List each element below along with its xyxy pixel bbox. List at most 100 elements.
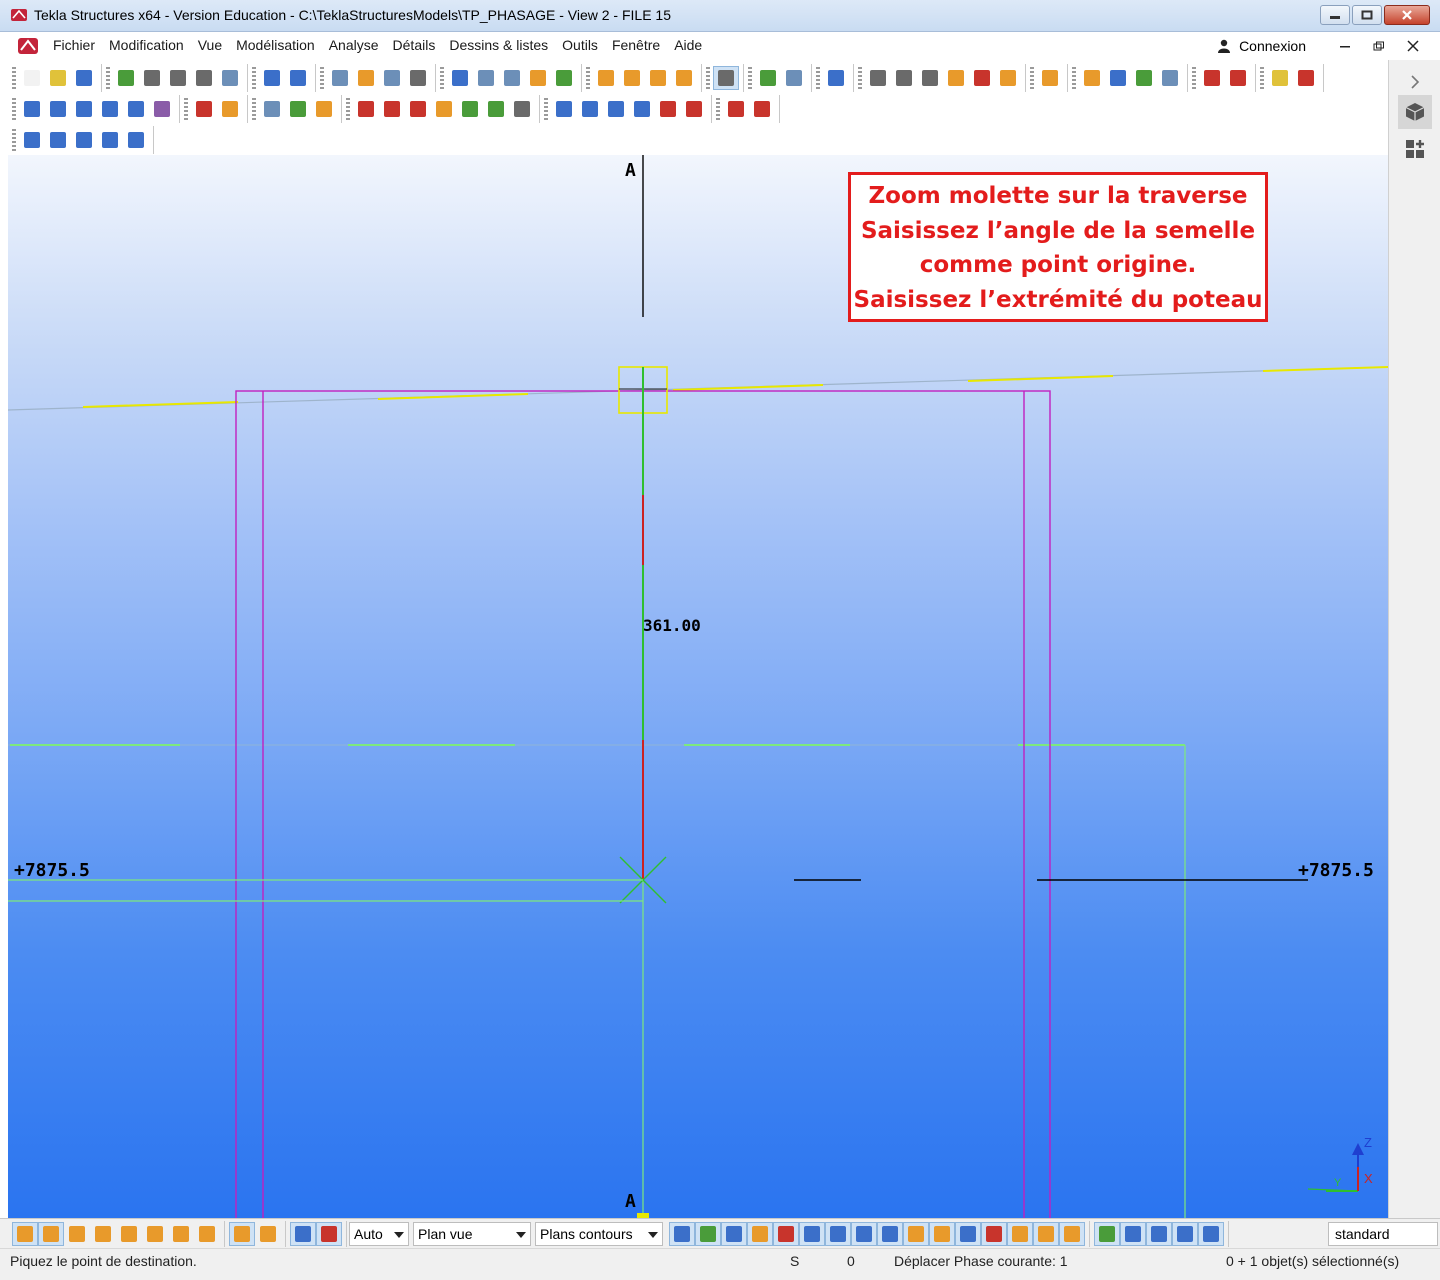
snap-button[interactable] bbox=[981, 1222, 1007, 1246]
toolbar-button[interactable] bbox=[71, 128, 97, 152]
toolbar-button[interactable] bbox=[1105, 66, 1131, 90]
snap-button[interactable] bbox=[1059, 1222, 1085, 1246]
toolbar-button[interactable] bbox=[525, 66, 551, 90]
login-button[interactable]: Connexion bbox=[1217, 38, 1306, 54]
toolbar-button[interactable] bbox=[1079, 66, 1105, 90]
toolbar-button[interactable] bbox=[447, 66, 473, 90]
toolbar-grip[interactable] bbox=[12, 98, 16, 120]
toolbar-button[interactable] bbox=[749, 97, 775, 121]
toolbar-grip[interactable] bbox=[1030, 67, 1034, 89]
toolbar-button[interactable] bbox=[457, 97, 483, 121]
snap-button[interactable] bbox=[229, 1222, 255, 1246]
toolbar-button[interactable] bbox=[379, 66, 405, 90]
toolbar-grip[interactable] bbox=[1260, 67, 1264, 89]
toolbar-button[interactable] bbox=[379, 97, 405, 121]
toolbar-button[interactable] bbox=[1225, 66, 1251, 90]
catalog-button[interactable] bbox=[1398, 95, 1432, 129]
snap-button[interactable] bbox=[1033, 1222, 1059, 1246]
toolbar-button[interactable] bbox=[865, 66, 891, 90]
toolbar-button[interactable] bbox=[509, 97, 535, 121]
menu-item[interactable]: Vue bbox=[191, 37, 229, 53]
snap-button[interactable] bbox=[903, 1222, 929, 1246]
toolbar-button[interactable] bbox=[327, 66, 353, 90]
toolbar-button[interactable] bbox=[149, 97, 175, 121]
toolbar-button[interactable] bbox=[311, 97, 337, 121]
toolbar-button[interactable] bbox=[1131, 66, 1157, 90]
snap-button[interactable] bbox=[90, 1222, 116, 1246]
snap-button[interactable] bbox=[747, 1222, 773, 1246]
toolbar-button[interactable] bbox=[71, 97, 97, 121]
toolbar-button[interactable] bbox=[19, 66, 45, 90]
toolbar-grip[interactable] bbox=[544, 98, 548, 120]
toolbar-button[interactable] bbox=[1293, 66, 1319, 90]
snap-depth-dropdown[interactable]: Auto bbox=[349, 1222, 409, 1246]
applications-button[interactable] bbox=[1398, 132, 1432, 166]
snap-button[interactable] bbox=[773, 1222, 799, 1246]
toolbar-grip[interactable] bbox=[858, 67, 862, 89]
toolbar-button[interactable] bbox=[19, 128, 45, 152]
toolbar-button[interactable] bbox=[19, 97, 45, 121]
snap-button[interactable] bbox=[116, 1222, 142, 1246]
toolbar-button[interactable] bbox=[1037, 66, 1063, 90]
toolbar-button[interactable] bbox=[285, 97, 311, 121]
toolbar-grip[interactable] bbox=[12, 129, 16, 151]
snap-button[interactable] bbox=[316, 1222, 342, 1246]
toolbar-button[interactable] bbox=[45, 66, 71, 90]
snap-button[interactable] bbox=[669, 1222, 695, 1246]
menu-item[interactable]: Modification bbox=[102, 37, 191, 53]
toolbar-button[interactable] bbox=[655, 97, 681, 121]
toolbar-button[interactable] bbox=[473, 66, 499, 90]
menu-item[interactable]: Dessins & listes bbox=[442, 37, 555, 53]
toolbar-button[interactable] bbox=[551, 97, 577, 121]
toolbar-grip[interactable] bbox=[716, 98, 720, 120]
menu-item[interactable]: Outils bbox=[555, 37, 605, 53]
toolbar-button[interactable] bbox=[123, 97, 149, 121]
toolbar-button[interactable] bbox=[603, 97, 629, 121]
toolbar-grip[interactable] bbox=[252, 98, 256, 120]
toolbar-button[interactable] bbox=[483, 97, 509, 121]
toolbar-button[interactable] bbox=[259, 66, 285, 90]
toolbar-button[interactable] bbox=[353, 66, 379, 90]
toolbar-grip[interactable] bbox=[184, 98, 188, 120]
toolbar-button[interactable] bbox=[755, 66, 781, 90]
snap-button[interactable] bbox=[38, 1222, 64, 1246]
toolbar-button[interactable] bbox=[917, 66, 943, 90]
snap-button[interactable] bbox=[1094, 1222, 1120, 1246]
toolbar-button[interactable] bbox=[943, 66, 969, 90]
toolbar-button[interactable] bbox=[259, 97, 285, 121]
toolbar-button[interactable] bbox=[45, 128, 71, 152]
toolbar-button[interactable] bbox=[1157, 66, 1183, 90]
toolbar-grip[interactable] bbox=[106, 67, 110, 89]
snap-button[interactable] bbox=[851, 1222, 877, 1246]
toolbar-grip[interactable] bbox=[1072, 67, 1076, 89]
toolbar-button[interactable] bbox=[593, 66, 619, 90]
snap-button[interactable] bbox=[168, 1222, 194, 1246]
snap-button[interactable] bbox=[929, 1222, 955, 1246]
toolbar-button[interactable] bbox=[285, 66, 311, 90]
toolbar-button[interactable] bbox=[123, 128, 149, 152]
toolbar-button[interactable] bbox=[217, 66, 243, 90]
standard-field[interactable]: standard bbox=[1328, 1222, 1438, 1246]
toolbar-button[interactable] bbox=[431, 97, 457, 121]
mdi-restore-button[interactable] bbox=[1362, 35, 1396, 57]
toolbar-button[interactable] bbox=[45, 97, 71, 121]
toolbar-button[interactable] bbox=[969, 66, 995, 90]
toolbar-button[interactable] bbox=[353, 97, 379, 121]
snap-button[interactable] bbox=[194, 1222, 220, 1246]
snap-button[interactable] bbox=[825, 1222, 851, 1246]
toolbar-button[interactable] bbox=[113, 66, 139, 90]
snap-button[interactable] bbox=[877, 1222, 903, 1246]
toolbar-button[interactable] bbox=[499, 66, 525, 90]
contour-dropdown[interactable]: Plans contours bbox=[535, 1222, 663, 1246]
snap-button[interactable] bbox=[955, 1222, 981, 1246]
snap-button[interactable] bbox=[1198, 1222, 1224, 1246]
toolbar-button[interactable] bbox=[191, 66, 217, 90]
snap-button[interactable] bbox=[799, 1222, 825, 1246]
toolbar-button[interactable] bbox=[97, 97, 123, 121]
menu-item[interactable]: Modélisation bbox=[229, 37, 322, 53]
toolbar-button[interactable] bbox=[723, 97, 749, 121]
toolbar-button[interactable] bbox=[823, 66, 849, 90]
toolbar-button[interactable] bbox=[713, 66, 739, 90]
snap-button[interactable] bbox=[255, 1222, 281, 1246]
toolbar-button[interactable] bbox=[995, 66, 1021, 90]
